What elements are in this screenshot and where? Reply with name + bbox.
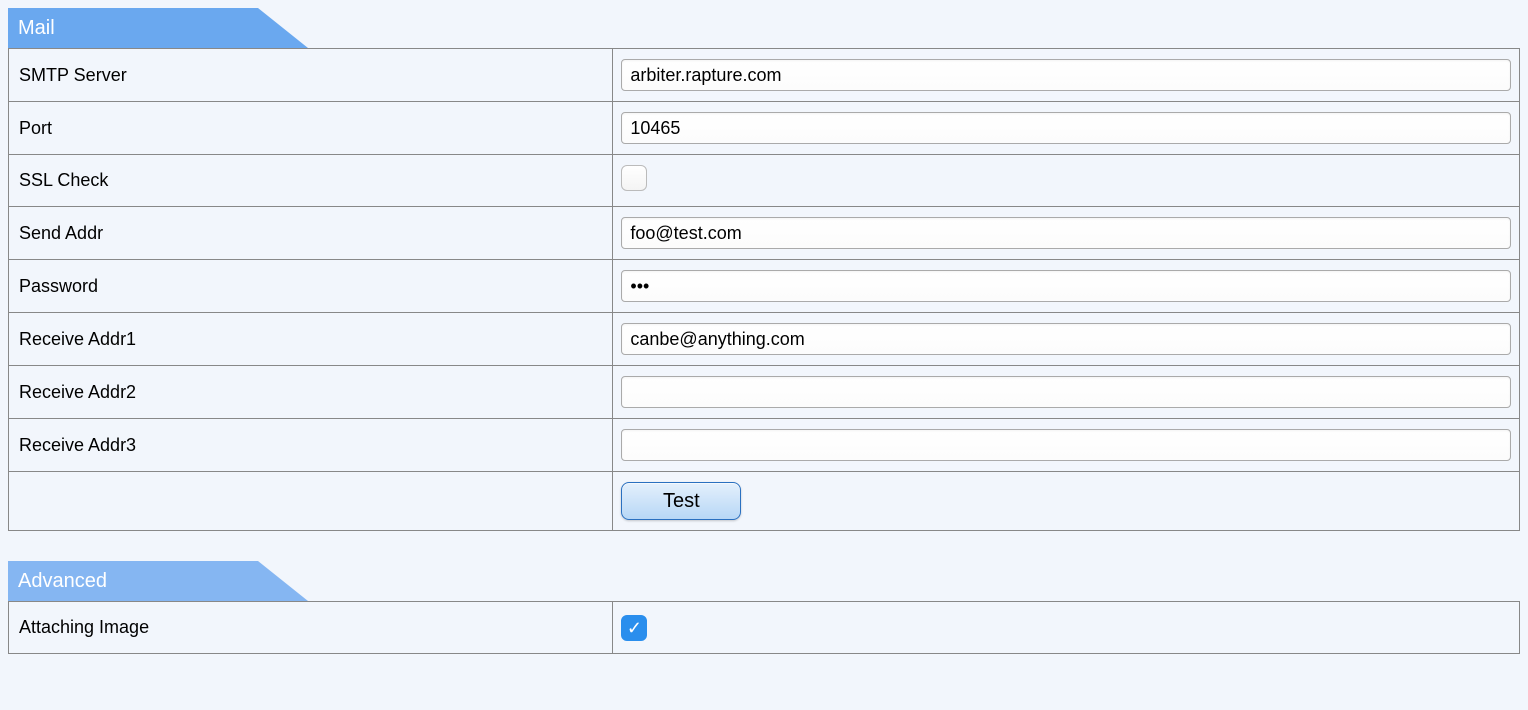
advanced-section: Advanced Attaching Image ✓	[8, 561, 1520, 654]
recv2-label: Receive Addr2	[9, 366, 613, 419]
ssl-check-label: SSL Check	[9, 155, 613, 207]
smtp-server-input[interactable]	[621, 59, 1511, 91]
test-row-empty	[9, 472, 613, 531]
mail-table: SMTP Server Port SSL Check Send Addr Pas…	[8, 48, 1520, 531]
port-input[interactable]	[621, 112, 1511, 144]
mail-header: Mail	[8, 8, 1520, 48]
attaching-image-label: Attaching Image	[9, 602, 613, 654]
recv1-label: Receive Addr1	[9, 313, 613, 366]
smtp-server-label: SMTP Server	[9, 49, 613, 102]
advanced-title: Advanced	[18, 561, 107, 601]
port-label: Port	[9, 102, 613, 155]
recv3-label: Receive Addr3	[9, 419, 613, 472]
recv1-input[interactable]	[621, 323, 1511, 355]
send-addr-label: Send Addr	[9, 207, 613, 260]
mail-section: Mail SMTP Server Port SSL Check Send Add…	[8, 8, 1520, 531]
advanced-table: Attaching Image ✓	[8, 601, 1520, 654]
recv2-input[interactable]	[621, 376, 1511, 408]
password-label: Password	[9, 260, 613, 313]
attaching-image-checkbox[interactable]: ✓	[621, 615, 647, 641]
mail-title: Mail	[18, 8, 55, 48]
recv3-input[interactable]	[621, 429, 1511, 461]
advanced-header: Advanced	[8, 561, 1520, 601]
ssl-check-checkbox[interactable]	[621, 165, 647, 191]
send-addr-input[interactable]	[621, 217, 1511, 249]
password-input[interactable]	[621, 270, 1511, 302]
test-button[interactable]: Test	[621, 482, 741, 520]
